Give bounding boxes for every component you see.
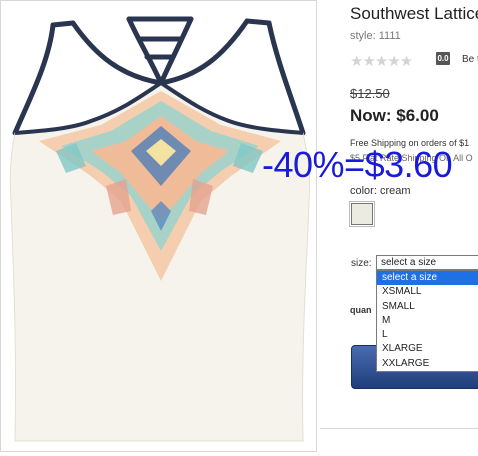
- size-option[interactable]: M: [377, 314, 478, 328]
- size-label: size:: [351, 258, 372, 269]
- size-option[interactable]: XSMALL: [377, 285, 478, 299]
- original-price: $12.50: [350, 86, 390, 101]
- size-option[interactable]: XXLARGE: [377, 357, 478, 371]
- divider: [320, 428, 478, 429]
- size-option[interactable]: select a size: [377, 271, 478, 286]
- size-option[interactable]: L: [377, 328, 478, 342]
- size-select[interactable]: select a size: [376, 255, 478, 270]
- product-style: style: 1111: [350, 30, 401, 42]
- rating-stars: ★★★★★: [350, 53, 413, 70]
- product-title: Southwest Lattice: [350, 4, 478, 23]
- color-label: color: cream: [350, 185, 411, 197]
- sale-price: Now: $6.00: [350, 106, 439, 125]
- size-option[interactable]: XLARGE: [377, 342, 478, 356]
- discount-overlay: -40%=$3.60: [262, 144, 453, 185]
- size-option[interactable]: SMALL: [377, 300, 478, 314]
- color-swatch-cream[interactable]: [349, 201, 375, 227]
- size-dropdown[interactable]: select a size XSMALL SMALL M L XLARGE XX…: [376, 270, 478, 372]
- quantity-label: quan: [350, 305, 372, 315]
- write-review-link[interactable]: Be t: [462, 54, 478, 65]
- product-image-frame[interactable]: [0, 0, 317, 452]
- tank-top-image: [9, 16, 311, 442]
- rating-badge: 0.0: [436, 52, 450, 65]
